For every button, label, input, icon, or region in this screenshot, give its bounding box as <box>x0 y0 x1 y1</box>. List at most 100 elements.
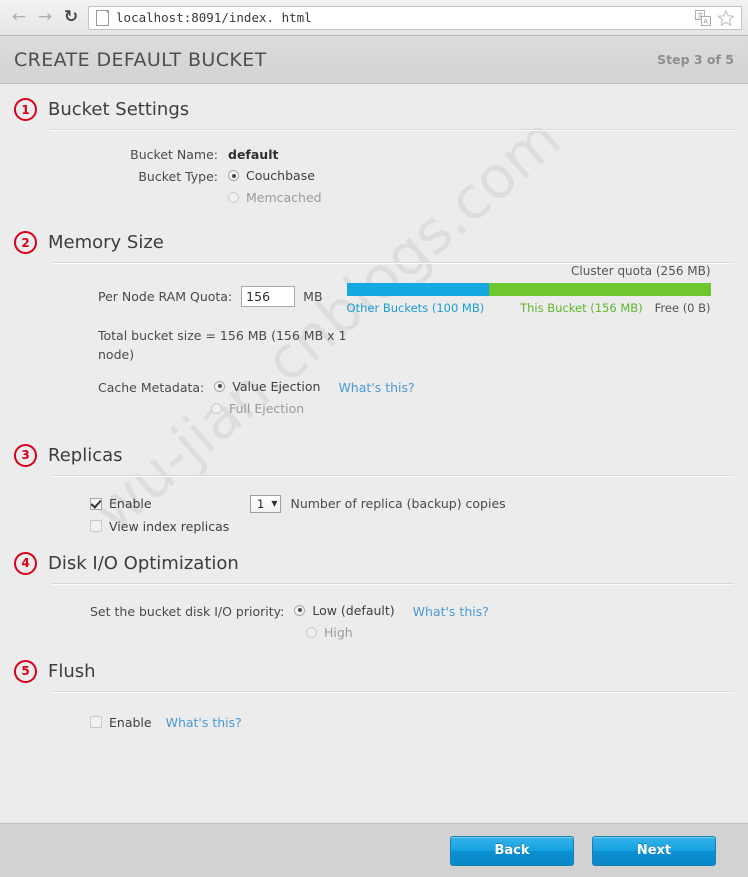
disk-priority-row-2: High <box>90 625 734 640</box>
page-header: CREATE DEFAULT BUCKET Step 3 of 5 <box>0 36 748 84</box>
section-flush: 5 Flush <box>14 652 734 683</box>
whats-this-link-cache[interactable]: What's this? <box>338 380 414 395</box>
section-title: Bucket Settings <box>48 99 190 120</box>
page-document-icon <box>96 9 109 26</box>
ram-quota-input[interactable] <box>241 286 296 307</box>
memory-size-body: Per Node RAM Quota: MB Cluster quota (25… <box>14 264 734 416</box>
bucket-name-value: default <box>228 147 279 162</box>
address-bar[interactable]: localhost:8091/index. html 文 A <box>88 5 742 30</box>
quota-bar-legend: Other Buckets (100 MB) This Bucket (156 … <box>347 301 711 315</box>
step-indicator: Step 3 of 5 <box>657 52 734 67</box>
radio-label: Full Ejection <box>229 400 305 416</box>
back-icon[interactable]: ← <box>6 5 32 31</box>
forward-icon[interactable]: → <box>32 5 58 31</box>
radio-label: High <box>324 624 353 640</box>
disk-io-body: Set the bucket disk I/O priority: Low (d… <box>14 585 734 652</box>
replica-count-note: Number of replica (backup) copies <box>290 496 506 511</box>
bucket-type-row: Bucket Type: Couchbase <box>98 168 734 184</box>
browser-toolbar: ← → ↻ localhost:8091/index. html 文 A <box>0 0 748 36</box>
radio-icon[interactable] <box>306 626 317 638</box>
radio-bucket-type-couchbase[interactable]: Couchbase <box>228 168 315 183</box>
radio-icon[interactable] <box>211 402 222 414</box>
wizard-content: wu-jian.cnblogs.com 1 Bucket Settings Bu… <box>0 84 748 854</box>
legend-other-buckets: Other Buckets (100 MB) <box>346 301 485 315</box>
memory-quota-chart: Cluster quota (256 MB) Other Buckets (10… <box>346 264 711 315</box>
section-replicas: 3 Replicas <box>14 422 734 467</box>
disk-priority-label: Set the bucket disk I/O priority: <box>90 603 285 619</box>
section-title: Memory Size <box>48 232 164 253</box>
ram-quota-label: Per Node RAM Quota: <box>98 289 233 304</box>
next-button[interactable]: Next <box>592 835 716 866</box>
app-window: CREATE DEFAULT BUCKET Step 3 of 5 wu-jia… <box>0 36 748 877</box>
legend-this-bucket: This Bucket (156 MB) <box>520 301 643 315</box>
radio-label: Value Ejection <box>232 378 321 394</box>
section-disk-io: 4 Disk I/O Optimization <box>14 546 734 575</box>
checkbox-label: View index replicas <box>109 518 230 534</box>
radio-label: Memcached <box>246 190 322 205</box>
chevron-down-icon[interactable]: ▼ <box>271 499 277 508</box>
cache-metadata-row: Cache Metadata: Value Ejection What's th… <box>98 379 734 395</box>
radio-icon[interactable] <box>214 380 226 392</box>
whats-this-link-flush[interactable]: What's this? <box>166 715 242 730</box>
section-title: Disk I/O Optimization <box>48 552 239 574</box>
bucket-settings-body: Bucket Name: default Bucket Type: Couchb… <box>14 131 734 217</box>
radio-bucket-type-memcached[interactable]: Memcached <box>228 190 322 205</box>
flush-enable-row: Enable What's this? <box>90 715 734 730</box>
quota-bar <box>346 283 711 296</box>
disk-priority-row: Set the bucket disk I/O priority: Low (d… <box>90 603 734 619</box>
section-number-badge: 1 <box>14 98 37 121</box>
replica-count-select[interactable]: 1 ▼ <box>250 494 282 513</box>
checkbox-flush-enable[interactable]: Enable <box>90 715 152 730</box>
checkbox-icon[interactable] <box>90 520 102 532</box>
checkbox-icon[interactable] <box>90 497 102 510</box>
radio-icon[interactable] <box>228 192 239 203</box>
bucket-type-label: Bucket Type: <box>138 169 218 184</box>
svg-text:A: A <box>703 17 708 25</box>
bucket-type-row-2: Memcached <box>98 190 734 205</box>
section-title: Replicas <box>48 444 123 466</box>
section-number-badge: 4 <box>14 551 37 575</box>
section-number-badge: 2 <box>14 231 37 254</box>
radio-icon[interactable] <box>228 170 239 181</box>
replicas-body: Enable 1 ▼ Number of replica (backup) co… <box>14 477 734 546</box>
section-number-badge: 5 <box>14 659 37 683</box>
radio-priority-high[interactable]: High <box>306 625 353 640</box>
bucket-name-label: Bucket Name: <box>130 147 218 162</box>
section-memory-size: 2 Memory Size <box>14 217 734 254</box>
checkbox-icon[interactable] <box>90 716 102 728</box>
radio-icon[interactable] <box>294 604 306 616</box>
page-title: CREATE DEFAULT BUCKET <box>14 48 267 71</box>
section-number-badge: 3 <box>14 443 37 467</box>
section-bucket-settings: 1 Bucket Settings <box>14 84 734 121</box>
radio-full-ejection[interactable]: Full Ejection <box>211 401 304 416</box>
radio-label: Couchbase <box>246 168 315 183</box>
cache-metadata-label: Cache Metadata: <box>98 379 205 395</box>
view-index-replicas-row: View index replicas <box>90 519 734 534</box>
back-button[interactable]: Back <box>450 835 574 866</box>
radio-value-ejection[interactable]: Value Ejection <box>214 379 320 394</box>
replica-count-value: 1 <box>257 496 265 511</box>
bucket-name-row: Bucket Name: default <box>98 147 734 162</box>
star-icon[interactable] <box>717 8 735 27</box>
checkbox-label: Enable <box>109 714 152 730</box>
quota-bar-segment-other <box>346 283 489 296</box>
legend-free: Free (0 B) <box>654 301 711 315</box>
flush-body: Enable What's this? <box>14 693 734 742</box>
translate-icon[interactable]: 文 A <box>695 9 711 26</box>
quota-bar-segment-this <box>488 283 711 296</box>
radio-label: Low (default) <box>312 602 395 618</box>
total-bucket-size-note: Total bucket size = 156 MB (156 MB x 1 n… <box>98 328 347 362</box>
ram-quota-unit: MB <box>303 289 323 304</box>
url-text: localhost:8091/index. html <box>116 10 312 25</box>
section-title: Flush <box>48 660 96 682</box>
checkbox-view-index-replicas[interactable]: View index replicas <box>90 519 229 534</box>
radio-priority-low[interactable]: Low (default) <box>294 602 395 618</box>
reload-icon[interactable]: ↻ <box>58 5 84 31</box>
wizard-footer: Back Next <box>0 823 748 877</box>
cache-metadata-row-2: Full Ejection <box>98 401 734 416</box>
checkbox-label: Enable <box>109 496 152 511</box>
whats-this-link-disk[interactable]: What's this? <box>413 604 489 619</box>
replica-enable-row: Enable 1 ▼ Number of replica (backup) co… <box>90 494 734 513</box>
checkbox-replicas-enable[interactable]: Enable <box>90 496 230 511</box>
cluster-quota-label: Cluster quota (256 MB) <box>571 264 711 278</box>
